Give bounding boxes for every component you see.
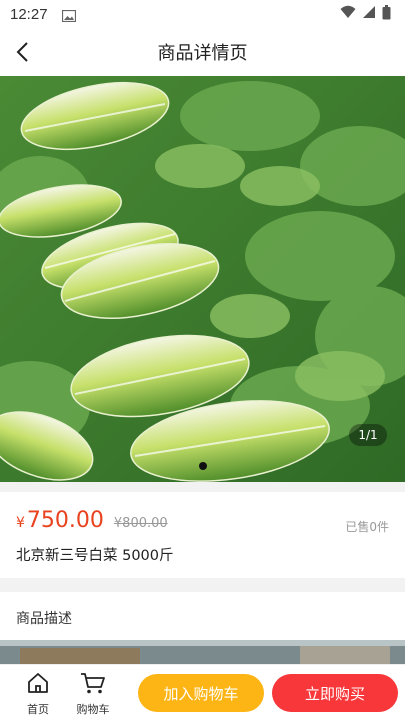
buy-now-button[interactable]: 立即购买: [272, 674, 398, 712]
page-title: 商品详情页: [157, 43, 248, 64]
original-price: ¥800.00: [113, 516, 168, 531]
chevron-left-icon[interactable]: [12, 40, 36, 64]
status-bar: 12:27: [0, 0, 405, 28]
carousel-dot-active[interactable]: [199, 462, 207, 470]
product-image-carousel[interactable]: 1/1: [0, 76, 405, 482]
description-section: 商品描述: [0, 592, 405, 672]
bottom-action-bar: 首页 购物车 加入购物车 立即购买: [0, 664, 405, 720]
tab-cart-label: 购物车: [76, 703, 110, 716]
current-price: 750.00: [26, 508, 104, 533]
cart-icon: [80, 671, 106, 699]
navigation-bar: 商品详情页: [0, 28, 405, 76]
status-icons: [340, 4, 391, 24]
price-row: ¥ 750.00 ¥800.00: [16, 508, 168, 533]
home-icon: [26, 671, 50, 699]
status-time: 12:27: [10, 5, 48, 23]
battery-icon: [382, 4, 391, 24]
price-section: ¥ 750.00 ¥800.00 已售0件 北京新三号白菜 5000斤: [0, 492, 405, 578]
signal-icon: [362, 5, 376, 23]
product-name: 北京新三号白菜 5000斤: [16, 548, 174, 564]
description-title: 商品描述: [16, 611, 72, 627]
product-detail-page: 12:27 商品详情页 1/1 ¥ 750.00 ¥800.00 已售0件 北京…: [0, 0, 405, 720]
description-image: [0, 640, 405, 664]
gallery-icon: [61, 8, 76, 23]
tab-home-label: 首页: [27, 703, 49, 716]
currency-symbol: ¥: [16, 515, 25, 531]
tab-cart[interactable]: 购物车: [71, 671, 115, 717]
tab-home[interactable]: 首页: [16, 671, 60, 717]
product-image: [0, 76, 405, 482]
image-counter: 1/1: [349, 424, 387, 446]
sold-count: 已售0件: [345, 520, 389, 534]
add-to-cart-button[interactable]: 加入购物车: [138, 674, 264, 712]
wifi-icon: [340, 5, 356, 23]
